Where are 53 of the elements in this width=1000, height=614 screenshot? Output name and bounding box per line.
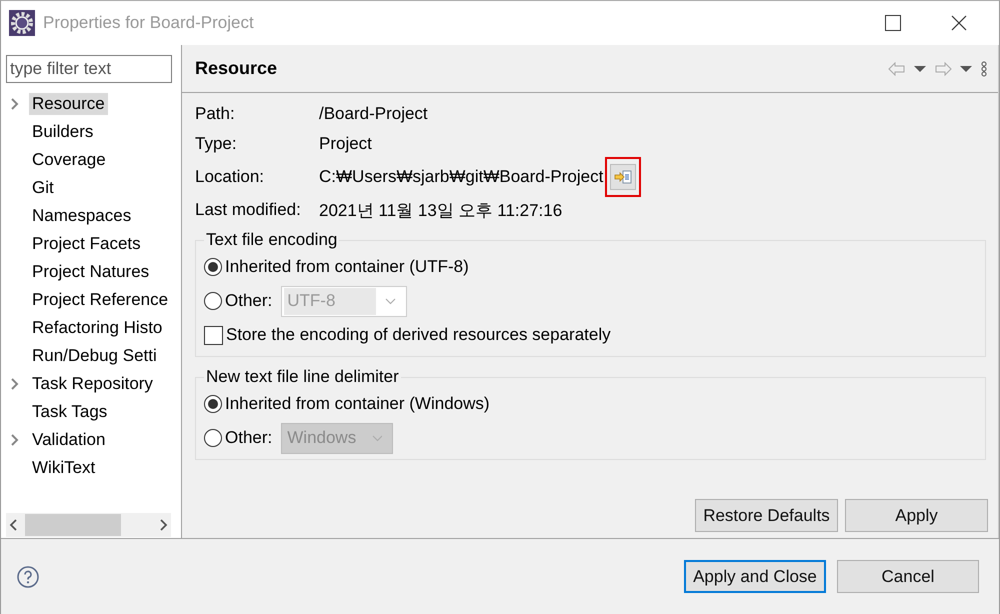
filter-field[interactable]: type filter text [6,55,172,83]
field-label: Type: [195,133,238,155]
window-title: Properties for Board-Project [43,13,255,33]
dropdown-caret-icon[interactable] [960,64,972,72]
dropdown-caret-icon[interactable] [914,64,926,72]
radio-button[interactable] [204,258,222,276]
field-label: Location: [195,166,265,188]
more-menu-icon[interactable] [980,60,988,76]
field-value: /Board-Project [319,103,429,125]
field-value: Project [319,133,373,155]
tree-item[interactable]: Validation [29,429,108,451]
group-title: Text file encoding [205,230,338,250]
tree-item[interactable]: Builders [29,121,96,143]
radio-button[interactable] [204,395,222,413]
option-label[interactable]: Other: [225,428,272,448]
tree-item[interactable]: Coverage [29,149,109,171]
page-button[interactable]: Restore Defaults [695,499,838,532]
tree-item[interactable]: WikiText [29,457,98,479]
tree-item[interactable]: Task Tags [29,401,110,423]
option-label[interactable]: Other: [225,291,272,311]
dialog-button[interactable]: Cancel [837,560,979,593]
horizontal-scrollbar[interactable] [6,513,171,537]
help-icon[interactable] [17,566,39,588]
arrow-into-file-icon [614,170,632,184]
field-label: Path: [195,103,236,125]
chevron-down-icon [385,298,396,304]
checkbox[interactable] [204,326,223,344]
tree-item[interactable]: Namespaces [29,205,134,227]
field-value: C:₩Users₩sjarb₩git₩Board-Project [319,166,604,188]
tree-item[interactable]: Project Reference [29,289,172,311]
chevron-down-icon [372,434,382,442]
field-label: Last modified: [195,199,302,221]
tree-item[interactable]: Project Facets [29,233,144,255]
app-gear-icon [9,10,35,36]
dialog-button[interactable]: Apply and Close [684,560,826,593]
field-value: 2021년 11월 13일 오후 11:27:16 [319,200,564,222]
page-button[interactable]: Apply [845,499,988,532]
radio-button[interactable] [204,429,222,447]
radio-button[interactable] [204,292,222,310]
tree-item[interactable]: Resource [29,93,108,115]
page-title: Resource [195,58,278,79]
tree-item[interactable]: Project Natures [29,261,152,283]
option-label[interactable]: Inherited from container (UTF-8) [225,257,469,277]
option-label[interactable]: Store the encoding of derived resources separately [226,325,611,345]
close-icon[interactable] [951,15,967,31]
tree-item[interactable]: Git [29,177,57,199]
tree-item[interactable]: Run/Debug Setti [29,345,160,367]
group-title: New text file line delimiter [205,367,400,387]
tree-item[interactable]: Task Repository [29,373,156,395]
option-label[interactable]: Inherited from container (Windows) [225,394,490,414]
maximize-icon[interactable] [885,15,901,31]
tree-item[interactable]: Refactoring Histo [29,317,166,339]
open-location-button[interactable] [610,164,636,190]
